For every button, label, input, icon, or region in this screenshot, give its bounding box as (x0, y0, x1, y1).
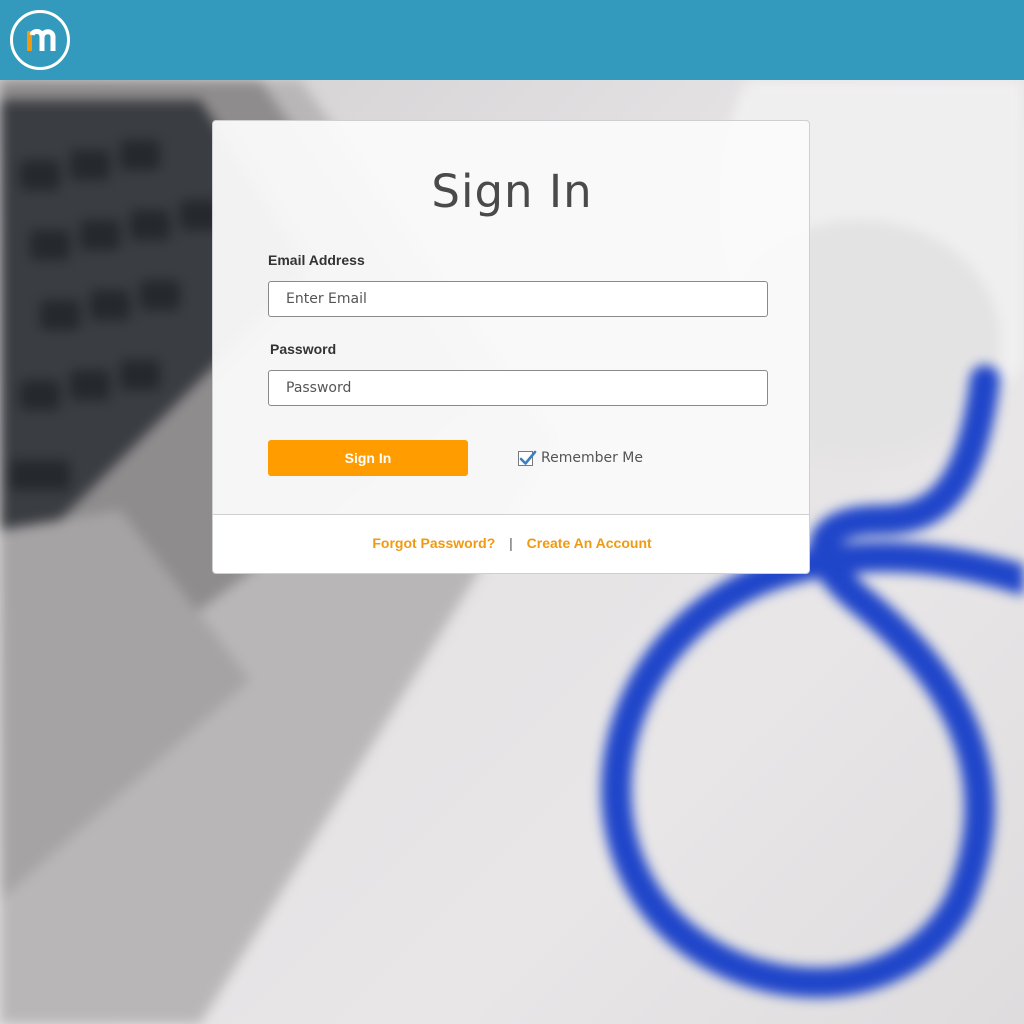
header-bar (0, 0, 1024, 80)
password-label: Password (270, 341, 337, 357)
remember-me-label: Remember Me (541, 450, 643, 466)
logo-m-icon (27, 29, 56, 51)
checkmark-icon (519, 450, 537, 465)
footer-links: Forgot Password? | Create An Account (0, 535, 1024, 551)
create-account-link[interactable]: Create An Account (527, 535, 652, 551)
sign-in-button[interactable]: Sign In (268, 440, 468, 476)
forgot-password-link[interactable]: Forgot Password? (372, 535, 495, 551)
link-separator: | (509, 535, 513, 551)
remember-me-checkbox[interactable] (518, 450, 537, 466)
login-page: Sign In Email Address Password Sign In R… (0, 0, 1024, 1024)
password-field[interactable] (268, 370, 768, 406)
page-title: Sign In (431, 165, 593, 218)
remember-me-toggle[interactable]: Remember Me (518, 449, 643, 467)
email-label: Email Address (268, 252, 365, 268)
email-field[interactable] (268, 281, 768, 317)
brand-logo[interactable] (10, 10, 70, 70)
